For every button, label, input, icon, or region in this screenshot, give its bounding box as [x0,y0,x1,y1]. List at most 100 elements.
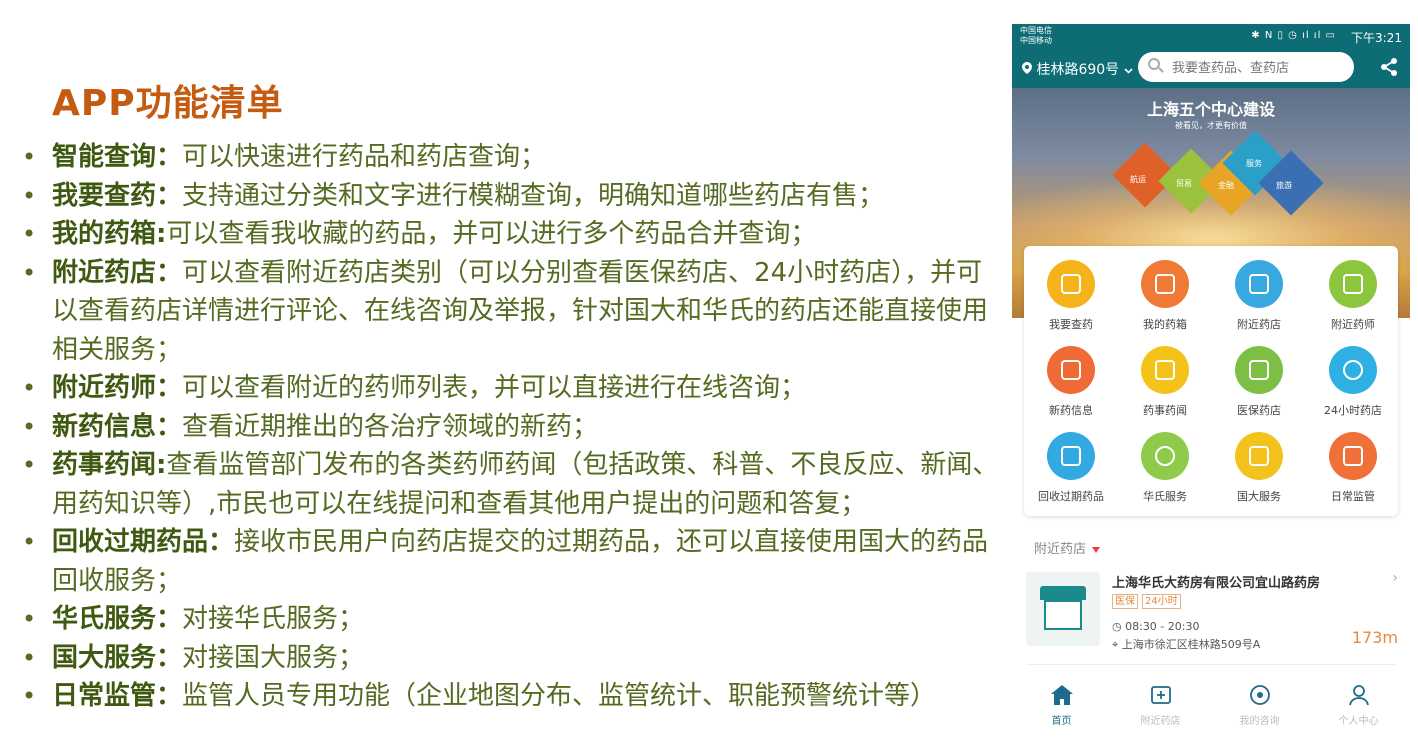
bottom-tab-bar: 首页 附近药店 我的咨询 个人中心 [1012,676,1410,740]
search-bar[interactable] [1138,52,1354,82]
banner-tile-label: 旅游 [1276,181,1292,190]
grid-item-24h-pharmacy[interactable]: 24小时药店 [1306,346,1400,432]
recycle-bin-icon [1047,432,1095,480]
grid-item-medicine-box[interactable]: 我的药箱 [1118,260,1212,346]
feature-item: 智能查询：可以快速进行药品和药店查询； [18,138,1003,177]
status-bar: 中国电信 中国移动 ✱ N ▯ ◷ ıl ıl ▭ 下午3:21 [1012,24,1410,50]
feature-sep: ： [156,642,183,673]
carrier-2: 中国移动 [1020,36,1052,45]
tab-nearby-pharmacy[interactable]: 附近药店 [1111,684,1210,727]
feature-item: 我的药箱:可以查看我收藏的药品，并可以进行多个药品合并查询； [18,215,1003,254]
store-card[interactable]: 上海华氏大药房有限公司宜山路药房 › 医保 24小时 ◷ 08:30 - 20:… [1012,564,1410,664]
store-hours: ◷ 08:30 - 20:30 [1112,620,1199,633]
feature-sep: ： [156,604,183,634]
chevron-down-icon [1124,68,1133,74]
feature-sep: ： [156,180,183,211]
grid-item-label: 回收过期药品 [1038,490,1104,503]
grid-item-label: 新药信息 [1049,404,1093,417]
feature-sep: ： [156,373,183,403]
grid-item-label: 医保药店 [1237,404,1281,417]
grid-item-label: 我的药箱 [1143,318,1187,331]
grid-item-insurance-pharmacy[interactable]: 医保药店 [1212,346,1306,432]
insurance-icon [1235,346,1283,394]
feature-sep: ： [156,142,183,172]
caret-down-icon [1092,546,1101,553]
chevron-right-icon: › [1392,570,1398,586]
status-time: 下午3:21 [1351,31,1402,45]
location-pin-icon: ⌖ [1112,638,1122,651]
location-selector[interactable]: 桂林路690号 [1022,59,1133,79]
grid-item-nearby-pharmacist[interactable]: 附近药师 [1306,260,1400,346]
store-tag: 医保 [1112,594,1138,609]
nearby-pharmacy-icon [1235,260,1283,308]
search-icon [1148,58,1160,70]
feature-item: 国大服务：对接国大服务； [18,639,1003,678]
guoda-logo-icon [1235,432,1283,480]
carrier-info: 中国电信 中国移动 [1020,26,1052,46]
feature-name: 智能查询 [52,142,157,172]
banner-tile-label: 航运 [1130,175,1146,184]
find-drug-icon [1047,260,1095,308]
grid-item-recycle[interactable]: 回收过期药品 [1024,432,1118,518]
banner-title: 上海五个中心建设 [1146,100,1275,119]
feature-item: 药事药闻:查看监管部门发布的各类药师药闻（包括政策、科普、不良反应、新闻、用药知… [18,446,1003,523]
feature-sep: : [156,219,167,249]
feature-name: 我要查药 [52,180,157,211]
feature-desc: 可以快速进行药品和药店查询； [182,142,547,172]
store-hours-text: 08:30 - 20:30 [1125,620,1200,633]
feature-desc: 对接华氏服务； [182,604,365,634]
location-label: 桂林路690号 [1036,62,1120,78]
grid-item-new-drug[interactable]: 新药信息 [1024,346,1118,432]
grid-item-label: 附近药店 [1237,318,1281,331]
grid-item-label: 华氏服务 [1143,490,1187,503]
tab-label: 首页 [1051,716,1072,727]
feature-desc: 查看监管部门发布的各类药师药闻（包括政策、科普、不良反应、新闻、用药知识等）,市… [52,450,999,519]
store-address-text: 上海市徐汇区桂林路509号A [1121,638,1261,651]
huashi-logo-icon [1141,432,1189,480]
clock-icon: ◷ [1112,620,1126,633]
store-distance: 173m [1351,628,1398,647]
tab-label: 个人中心 [1338,716,1379,727]
feature-grid: 我要查药 我的药箱 附近药店 附近药师 新药信息 药事药闻 医保药店 24小时药… [1024,246,1398,516]
store-tag: 24小时 [1142,594,1181,609]
grid-item-drug-news[interactable]: 药事药闻 [1118,346,1212,432]
feature-item: 新药信息：查看近期推出的各治疗领域的新药； [18,408,1003,447]
search-input[interactable] [1170,56,1344,80]
tab-my-consult[interactable]: 我的咨询 [1210,684,1309,727]
feature-item: 附近药师：可以查看附近的药师列表，并可以直接进行在线咨询； [18,369,1003,408]
carrier-1: 中国电信 [1020,26,1052,35]
grid-item-daily-supervision[interactable]: 日常监管 [1306,432,1400,518]
chat-icon [1248,684,1272,706]
feature-name: 国大服务 [52,642,157,673]
grid-item-label: 附近药师 [1331,318,1375,331]
feature-name: 回收过期药品 [52,527,209,557]
feature-item: 回收过期药品：接收市民用户向药店提交的过期药品，还可以直接使用国大的药品回收服务… [18,523,1003,600]
store-address: ⌖ 上海市徐汇区桂林路509号A [1112,636,1260,652]
feature-desc: 支持通过分类和文字进行模糊查询，明确知道哪些药店有售； [182,180,885,211]
location-pin-icon [1022,62,1032,74]
feature-desc: 监管人员专用功能（企业地图分布、监管统计、职能预警统计等） [182,681,937,711]
feature-item: 附近药店：可以查看附近药店类别（可以分别查看医保药店、24小时药店），并可以查看… [18,254,1003,370]
divider [1026,664,1396,665]
feature-desc: 可以查看我收藏的药品，并可以进行多个药品合并查询； [166,219,817,249]
feature-desc: 可以查看附近的药师列表，并可以直接进行在线咨询； [182,373,807,403]
tab-home[interactable]: 首页 [1012,684,1111,727]
tab-personal-center[interactable]: 个人中心 [1309,684,1408,727]
share-icon[interactable] [1378,56,1400,78]
grid-item-label: 国大服务 [1237,490,1281,503]
user-icon [1347,684,1371,706]
feature-name: 药事药闻 [52,450,157,480]
slide-title: APP功能清单 [52,83,284,124]
grid-item-guoda-service[interactable]: 国大服务 [1212,432,1306,518]
feature-sep: ： [156,257,183,288]
grid-item-nearby-pharmacy[interactable]: 附近药店 [1212,260,1306,346]
grid-item-find-drug[interactable]: 我要查药 [1024,260,1118,346]
grid-item-huashi-service[interactable]: 华氏服务 [1118,432,1212,518]
grid-item-label: 24小时药店 [1324,404,1382,417]
feature-sep: : [156,450,167,480]
banner-tile-label: 贸易 [1176,179,1192,188]
grid-item-label: 我要查药 [1049,318,1093,331]
nearby-section-header[interactable]: 附近药店 [1034,538,1101,557]
feature-name: 新药信息 [52,411,157,442]
feature-sep: ： [156,411,183,442]
